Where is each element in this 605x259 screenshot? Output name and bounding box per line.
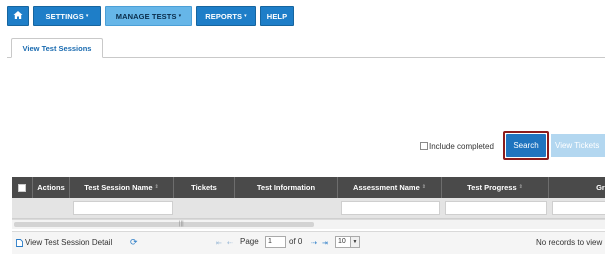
tab-view-test-sessions[interactable]: View Test Sessions [11, 38, 103, 58]
grid-filter-row [12, 198, 605, 219]
col-actions-label: Actions [37, 183, 65, 192]
page-label: Page [240, 237, 259, 246]
next-page-icon[interactable]: ⇢ [311, 239, 317, 247]
filter-test-progress[interactable] [445, 201, 547, 215]
col-test-information-label: Test Information [256, 183, 316, 192]
col-assessment-name[interactable]: Assessment Name ⇕ [338, 177, 442, 198]
col-tickets-label: Tickets [191, 183, 217, 192]
include-completed-checkbox[interactable] [420, 142, 428, 150]
rows-per-page-value: 10 [338, 238, 346, 245]
filter-assessment-name[interactable] [341, 201, 440, 215]
horizontal-scrollbar[interactable]: ||| [12, 219, 605, 229]
nav-settings[interactable]: SETTINGS ▾ [33, 6, 101, 26]
home-button[interactable] [7, 6, 29, 26]
col-test-session-name-label: Test Session Name [84, 183, 153, 192]
select-all-checkbox[interactable] [18, 183, 26, 192]
scrollbar-thumb[interactable]: ||| [14, 221, 314, 227]
sort-icon: ⇕ [421, 184, 426, 190]
chevron-down-icon: ▾ [244, 13, 247, 19]
home-icon [13, 10, 23, 22]
nav-reports-label: REPORTS [205, 11, 243, 21]
last-page-icon[interactable]: ⇥ [322, 239, 328, 247]
sort-icon: ⇕ [154, 184, 159, 190]
nav-manage-tests-label: MANAGE TESTS [115, 11, 177, 21]
nav-manage-tests[interactable]: MANAGE TESTS ▾ [105, 6, 192, 26]
tab-label: View Test Sessions [22, 43, 92, 53]
col-test-progress-label: Test Progress [467, 183, 517, 192]
col-grade[interactable]: Gra [549, 177, 605, 198]
col-test-progress[interactable]: Test Progress ⇕ [442, 177, 549, 198]
col-assessment-name-label: Assessment Name [353, 183, 420, 192]
rows-per-page-select[interactable]: 10 ▼ [335, 236, 360, 248]
document-icon [16, 238, 23, 247]
filter-grade[interactable] [552, 201, 605, 215]
nav-settings-label: SETTINGS [45, 11, 84, 21]
include-completed-filter: Include completed [420, 141, 494, 151]
scrollbar-grip-icon: ||| [179, 221, 184, 227]
chevron-down-icon: ▾ [178, 13, 182, 19]
records-status: No records to view [536, 238, 603, 247]
chevron-down-icon: ▼ [350, 237, 359, 247]
first-page-icon[interactable]: ⇤ [216, 239, 222, 247]
search-button[interactable]: Search [506, 134, 546, 157]
col-tickets[interactable]: Tickets [174, 177, 235, 198]
chevron-down-icon: ▾ [85, 13, 89, 19]
view-tickets-button[interactable]: View Tickets [551, 134, 605, 157]
grid-pager: View Test Session Detail ⟳ ⇤ ⇠ Page 1 of… [12, 231, 605, 254]
col-test-session-name[interactable]: Test Session Name ⇕ [70, 177, 174, 198]
col-grade-label: Gra [596, 183, 605, 192]
sort-icon: ⇕ [518, 184, 523, 190]
nav-reports[interactable]: REPORTS ▾ [196, 6, 256, 26]
include-completed-label: Include completed [429, 141, 494, 151]
grid-header: Actions Test Session Name ⇕ Tickets Test … [12, 177, 605, 198]
prev-page-icon[interactable]: ⇠ [227, 239, 233, 247]
view-test-session-detail-link[interactable]: View Test Session Detail [16, 238, 112, 247]
select-all-cell [12, 177, 33, 198]
refresh-icon[interactable]: ⟳ [130, 237, 138, 248]
page-count: of 0 [289, 237, 303, 246]
nav-help-label: HELP [266, 11, 288, 21]
col-test-information[interactable]: Test Information [235, 177, 338, 198]
view-test-session-detail-label: View Test Session Detail [25, 238, 113, 247]
filter-test-session-name[interactable] [73, 201, 173, 215]
col-actions[interactable]: Actions [33, 177, 70, 198]
page-number-input[interactable]: 1 [265, 236, 286, 248]
nav-help[interactable]: HELP [260, 6, 294, 26]
